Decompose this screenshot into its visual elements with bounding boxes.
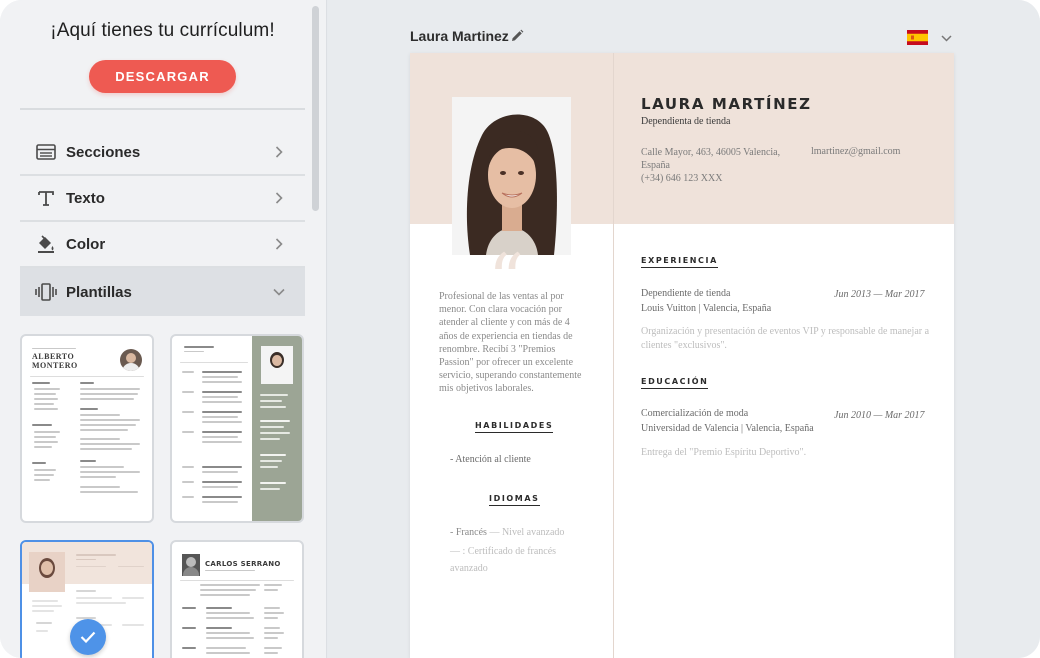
education-heading[interactable]: EDUCACIÓN (641, 377, 709, 389)
template-name: CARLOS SERRANO (205, 560, 281, 568)
app-frame: ¡Aquí tienes tu currículum! DESCARGAR Se… (0, 0, 1040, 658)
languages-heading[interactable]: IDIOMAS (489, 494, 540, 506)
resume-job-title[interactable]: Dependienta de tienda (641, 116, 730, 127)
template-card[interactable]: CARLOS SERRANO (170, 540, 304, 658)
template-card-selected[interactable] (20, 540, 154, 658)
sidebar-item-sections[interactable]: Secciones (20, 130, 305, 176)
skill-item[interactable]: - Atención al cliente (450, 454, 531, 465)
template-card[interactable] (170, 334, 304, 523)
chevron-right-icon (273, 146, 285, 158)
sidebar-scrollbar[interactable] (312, 6, 319, 211)
resume-address[interactable]: Calle Mayor, 463, 46005 Valencia, España (641, 146, 791, 172)
chevron-down-icon[interactable] (941, 33, 952, 43)
text-icon (35, 187, 57, 209)
download-button[interactable]: DESCARGAR (89, 60, 236, 93)
sections-icon (35, 141, 57, 163)
experience-summary[interactable]: Organización y presentación de eventos V… (641, 325, 931, 352)
experience-role[interactable]: Dependiente de tienda (641, 288, 730, 299)
language-name: - Francés (450, 527, 487, 538)
experience-dates[interactable]: Jun 2013 — Mar 2017 (834, 289, 925, 300)
divider (20, 108, 305, 110)
experience-heading[interactable]: EXPERIENCIA (641, 256, 718, 268)
chevron-down-icon (273, 286, 285, 298)
profile-photo[interactable] (452, 97, 571, 255)
spain-flag-icon[interactable] (907, 30, 928, 45)
language-detail[interactable]: — : Certificado de francés avanzado (450, 543, 570, 577)
document-title[interactable]: Laura Martinez (410, 28, 509, 44)
experience-company[interactable]: Louis Vuitton | Valencia, España (641, 303, 771, 314)
chevron-right-icon (273, 192, 285, 204)
sidebar: ¡Aquí tienes tu currículum! DESCARGAR Se… (0, 0, 327, 658)
resume-email[interactable]: lmartinez@gmail.com (811, 146, 900, 157)
sidebar-item-label: Secciones (66, 143, 141, 161)
templates-icon (35, 281, 57, 303)
education-dates[interactable]: Jun 2010 — Mar 2017 (834, 410, 925, 421)
avatar (120, 349, 142, 371)
column-divider (613, 53, 614, 658)
sidebar-item-label: Color (66, 235, 106, 253)
education-school[interactable]: Universidad de Valencia | Valencia, Espa… (641, 423, 814, 434)
template-name: ALBERTO (32, 352, 75, 361)
sidebar-item-templates[interactable]: Plantillas (20, 268, 305, 316)
sidebar-item-label: Plantillas (66, 283, 132, 301)
resume-profile[interactable]: Profesional de las ventas al por menor. … (439, 290, 589, 396)
education-summary[interactable]: Entrega del "Premio Espíritu Deportivo". (641, 446, 931, 460)
resume-phone[interactable]: (+34) 646 123 XXX (641, 173, 722, 184)
skills-heading[interactable]: HABILIDADES (475, 421, 554, 433)
resume-page: LAURA MARTÍNEZ Dependienta de tienda Cal… (410, 53, 954, 658)
language-level: — Nivel avanzado (489, 527, 565, 538)
template-card[interactable]: ALBERTO MONTERO (20, 334, 154, 523)
education-degree[interactable]: Comercialización de moda (641, 408, 748, 419)
language-item[interactable]: - Francés — Nivel avanzado (450, 527, 564, 538)
sidebar-menu: Secciones Texto Color Plantillas (20, 130, 305, 316)
sidebar-item-text[interactable]: Texto (20, 176, 305, 222)
pencil-icon[interactable] (510, 29, 524, 43)
editor-canvas: Laura Martinez LAURA MARTÍNEZ Dependient… (328, 0, 1040, 658)
check-icon (70, 619, 106, 655)
sidebar-item-color[interactable]: Color (20, 222, 305, 268)
sidebar-title: ¡Aquí tienes tu currículum! (50, 20, 275, 41)
sidebar-item-label: Texto (66, 189, 105, 207)
paint-bucket-icon (35, 233, 57, 255)
chevron-right-icon (273, 238, 285, 250)
template-name: MONTERO (32, 361, 78, 370)
resume-name[interactable]: LAURA MARTÍNEZ (641, 95, 812, 113)
